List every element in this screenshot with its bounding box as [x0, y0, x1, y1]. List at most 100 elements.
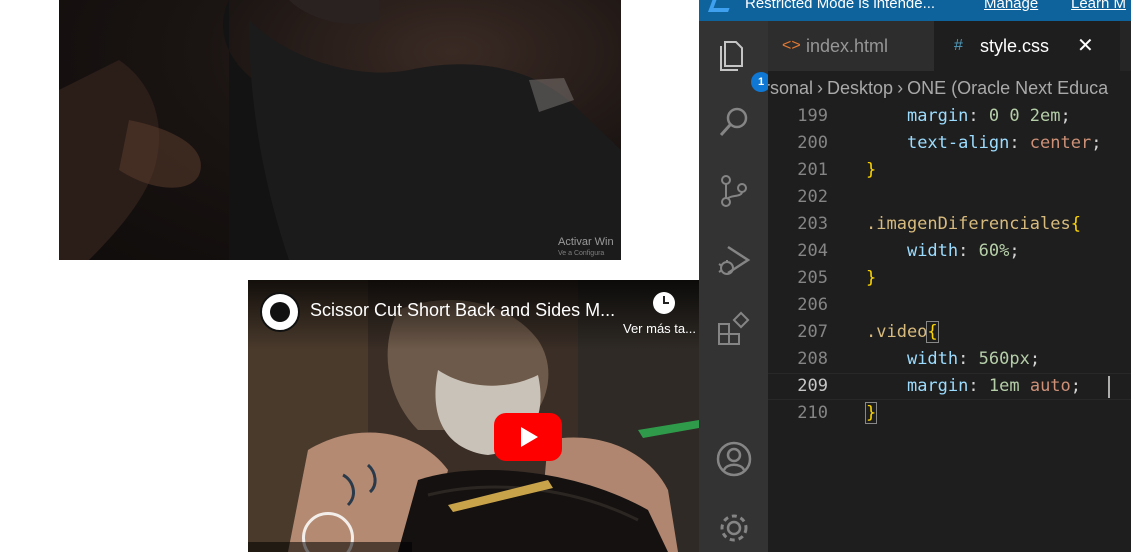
code-editor[interactable]: 199 margin: 0 0 2em; 200 text-align: cent…: [768, 100, 1131, 552]
watermark-title: Activar Win: [558, 236, 614, 248]
line-number: 200: [797, 133, 828, 153]
clock-icon[interactable]: [653, 292, 675, 314]
close-icon[interactable]: ✕: [1077, 21, 1094, 71]
html-file-icon: <>: [782, 37, 801, 54]
youtube-embed[interactable]: Scissor Cut Short Back and Sides M... Ve…: [248, 280, 699, 552]
tab-style-css[interactable]: # style.css ✕: [934, 21, 1120, 71]
restricted-mode-banner: Restricted Mode is intende... Manage Lea…: [699, 0, 1131, 21]
run-debug-icon[interactable]: [716, 242, 752, 278]
code-line[interactable]: 205}: [768, 265, 1131, 292]
code-token: }: [866, 268, 877, 288]
search-icon[interactable]: [716, 104, 752, 140]
hero-image-scene: [59, 0, 621, 260]
code-token: center: [1029, 133, 1092, 153]
video-bottom-bar: [248, 542, 412, 552]
code-token: :: [968, 106, 989, 126]
settings-gear-icon[interactable]: [716, 510, 752, 546]
code-token: :: [968, 376, 989, 396]
line-code: text-align: center;: [866, 130, 1102, 157]
line-code: }: [864, 400, 878, 427]
line-number: 203: [797, 214, 828, 234]
code-token: .imagenDiferenciales: [866, 214, 1071, 234]
code-token: margin: [906, 106, 969, 126]
line-code: margin: 1em auto;: [866, 373, 1081, 400]
code-token: {: [1070, 214, 1081, 234]
code-token: ;: [1009, 241, 1020, 261]
code-token: 0 0 2em: [988, 106, 1061, 126]
css-file-icon: #: [954, 37, 963, 54]
code-line[interactable]: 210}: [768, 400, 1131, 427]
breadcrumb-item[interactable]: ONE (Oracle Next Educa: [907, 78, 1108, 98]
watch-later-label[interactable]: Ver más ta...: [623, 321, 696, 336]
line-code: .video{: [866, 319, 939, 346]
line-number: 206: [797, 295, 828, 315]
vscode-logo-icon: [708, 0, 734, 12]
line-code: margin: 0 0 2em;: [866, 103, 1071, 130]
source-control-icon[interactable]: [716, 173, 752, 209]
code-line[interactable]: 202: [768, 184, 1131, 211]
play-button[interactable]: [494, 413, 562, 461]
code-token: auto: [1029, 376, 1071, 396]
line-number: 209: [797, 376, 828, 396]
tab-label: style.css: [980, 36, 1050, 56]
code-token: :: [958, 241, 979, 261]
screen: Activar Win Ve a Configura Scissor Cut S…: [0, 0, 1131, 552]
tab-index-html[interactable]: <> index.html: [768, 21, 934, 71]
vscode-window: Restricted Mode is intende... Manage Lea…: [699, 0, 1131, 552]
line-number: 208: [797, 349, 828, 369]
code-line[interactable]: 201}: [768, 157, 1131, 184]
editor-tab-bar: <> index.html # style.css ✕: [768, 21, 1131, 71]
code-token: ;: [1091, 133, 1102, 153]
code-token: width: [906, 349, 959, 369]
video-title[interactable]: Scissor Cut Short Back and Sides M...: [310, 300, 615, 321]
line-number: 210: [797, 403, 828, 423]
channel-avatar[interactable]: [260, 292, 300, 332]
code-token: 560px: [978, 349, 1030, 369]
code-token: width: [906, 241, 959, 261]
chevron-right-icon: ›: [817, 78, 824, 98]
code-line[interactable]: 206: [768, 292, 1131, 319]
line-number: 207: [797, 322, 828, 342]
breadcrumb-item[interactable]: rsonal: [768, 78, 813, 98]
line-number: 199: [797, 106, 828, 126]
code-token: ;: [1070, 376, 1082, 396]
line-code: }: [866, 157, 876, 184]
code-token: {: [926, 321, 939, 343]
line-code: }: [866, 265, 876, 292]
extensions-icon[interactable]: [716, 311, 752, 347]
learn-more-link[interactable]: Learn M: [1071, 0, 1126, 12]
hero-image: Activar Win Ve a Configura: [59, 0, 621, 260]
breadcrumb-item[interactable]: Desktop: [827, 78, 893, 98]
code-line[interactable]: 203 .imagenDiferenciales{: [768, 211, 1131, 238]
browser-page: Activar Win Ve a Configura Scissor Cut S…: [0, 0, 699, 552]
code-line[interactable]: 199 margin: 0 0 2em;: [768, 103, 1131, 130]
line-number: 202: [797, 187, 828, 207]
code-line[interactable]: 209 margin: 1em auto;: [768, 373, 1131, 400]
account-icon[interactable]: [716, 441, 752, 477]
line-number: 205: [797, 268, 828, 288]
files-icon[interactable]: 1: [716, 36, 771, 92]
code-token: :: [1009, 133, 1030, 153]
code-token: }: [864, 402, 878, 424]
manage-link[interactable]: Manage: [984, 0, 1038, 12]
code-line[interactable]: 200 text-align: center;: [768, 130, 1131, 157]
code-token: :: [958, 349, 979, 369]
code-token: .video: [866, 322, 928, 342]
line-code: .imagenDiferenciales{: [866, 211, 1081, 238]
code-line[interactable]: 207 .video{: [768, 319, 1131, 346]
code-line[interactable]: 204 width: 60%;: [768, 238, 1131, 265]
line-number: 201: [797, 160, 828, 180]
code-line[interactable]: 208 width: 560px;: [768, 346, 1131, 373]
line-code: width: 560px;: [866, 346, 1040, 373]
restricted-mode-message[interactable]: Restricted Mode is intende...: [745, 0, 935, 12]
line-number: 204: [797, 241, 828, 261]
windows-activation-watermark: Activar Win Ve a Configura: [558, 236, 614, 260]
code-token: 1em: [988, 376, 1020, 396]
code-token: ;: [1060, 106, 1071, 126]
